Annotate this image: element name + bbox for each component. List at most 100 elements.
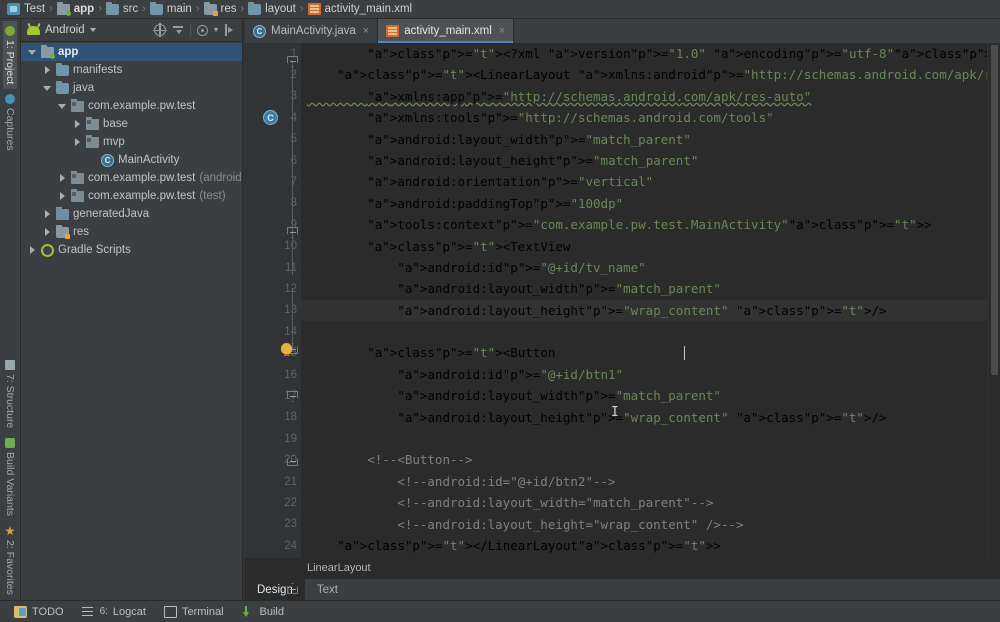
status-bar-item-build[interactable]: Build <box>242 605 284 618</box>
code-line-20[interactable]: <!--<Button--> <box>301 449 987 470</box>
android-project-icon <box>7 3 20 15</box>
fold-toggle-line18[interactable] <box>287 455 298 466</box>
code-line-2[interactable]: "a">class"p">="t"><LinearLayout "a">xmln… <box>301 64 987 85</box>
res-folder-icon <box>203 1 218 16</box>
fold-toggle-line10[interactable] <box>287 227 298 238</box>
code-line-14[interactable] <box>301 321 987 342</box>
breadcrumb-item-test[interactable]: Test <box>4 3 48 15</box>
scrollbar-thumb[interactable] <box>991 45 998 375</box>
close-icon[interactable]: × <box>499 25 505 37</box>
tree-item-base[interactable]: base <box>21 115 242 133</box>
tree-twisty-right-icon[interactable] <box>72 119 82 129</box>
breadcrumb-item-src[interactable]: src <box>103 1 141 15</box>
editor-gutter[interactable]: C 12345678910111213141516171819202122232… <box>245 43 301 594</box>
tree-twisty-right-icon[interactable] <box>42 209 52 219</box>
terminal-icon <box>163 605 177 618</box>
status-bar-item-terminal[interactable]: Terminal <box>163 605 224 618</box>
project-view-selector-label[interactable]: Android <box>45 24 85 36</box>
code-line-21[interactable]: <!--android:id="@+id/btn2"--> <box>301 471 987 492</box>
package-icon <box>71 98 84 112</box>
code-line-5[interactable]: "a">android:layout_width"p">="match_pare… <box>301 129 987 150</box>
close-icon[interactable]: × <box>363 25 369 37</box>
chevron-down-icon[interactable]: ▾ <box>214 24 218 36</box>
tree-twisty-right-icon[interactable] <box>42 227 52 237</box>
tree-item-app[interactable]: app <box>21 43 242 61</box>
locate-icon[interactable] <box>152 23 167 37</box>
hide-panel-icon[interactable] <box>224 24 236 36</box>
editor-structure-breadcrumb: LinearLayout <box>245 558 1000 578</box>
rail-item-captures[interactable]: Captures <box>3 89 17 156</box>
code-line-11[interactable]: "a">android:id"p">="@+id/tv_name" <box>301 257 987 278</box>
intention-bulb-icon[interactable] <box>281 343 292 356</box>
code-line-19[interactable] <box>301 428 987 449</box>
tree-item-manifests[interactable]: manifests <box>21 61 242 79</box>
breadcrumb-item-main[interactable]: main <box>147 1 195 15</box>
tree-item-gradle-scripts[interactable]: Gradle Scripts <box>21 241 242 259</box>
tree-twisty-right-icon[interactable] <box>42 65 52 75</box>
code-text[interactable]: I "a">class"p">="t"><?xml "a">version"p"… <box>301 43 987 558</box>
build-icon <box>242 605 255 618</box>
design-text-tab-bar: Design Text <box>245 578 1000 600</box>
breadcrumb-item-res[interactable]: res <box>201 1 240 16</box>
tree-twisty-down-icon[interactable] <box>42 83 52 93</box>
fold-toggle-line15[interactable] <box>287 391 298 402</box>
code-line-6[interactable]: "a">android:layout_height"p">="match_par… <box>301 150 987 171</box>
status-bar-item-prefix: 6: <box>99 606 108 617</box>
code-line-13[interactable]: "a">android:layout_height"p">="wrap_cont… <box>301 299 987 322</box>
editor-scrollbar[interactable] <box>987 43 1000 558</box>
tree-twisty-down-icon[interactable] <box>57 101 67 111</box>
status-bar-item-logcat[interactable]: 6: Logcat <box>81 606 146 618</box>
code-line-4[interactable]: "a">xmlns:tools"p">="http://schemas.andr… <box>301 107 987 128</box>
code-line-12[interactable]: "a">android:layout_width"p">="match_pare… <box>301 278 987 299</box>
breadcrumb-item-app[interactable]: app <box>54 1 97 16</box>
editor-tab-activity-main-xml[interactable]: activity_main.xml × <box>378 19 515 43</box>
chevron-down-icon[interactable] <box>89 28 96 32</box>
code-line-8[interactable]: "a">android:paddingTop"p">="100dp" <box>301 193 987 214</box>
tree-item-com-example-pw-test[interactable]: com.example.pw.test (test) <box>21 187 242 205</box>
rail-item-build-variants[interactable]: Build Variants <box>3 433 17 521</box>
code-line-23[interactable]: <!--android:layout_height="wrap_content"… <box>301 514 987 535</box>
tree-item-com-example-pw-test[interactable]: com.example.pw.test(androidTest) <box>21 169 242 187</box>
rail-item-7-structure[interactable]: 7: Structure <box>3 355 17 433</box>
code-line-9[interactable]: "a">tools:context"p">="com.example.pw.te… <box>301 214 987 235</box>
code-line-22[interactable]: <!--android:layout_width="match_parent"-… <box>301 492 987 513</box>
tree-item-res[interactable]: res <box>21 223 242 241</box>
tree-twisty-right-icon[interactable] <box>72 137 82 147</box>
tree-item-java[interactable]: java <box>21 79 242 97</box>
structure-icon <box>5 359 15 370</box>
code-line-1[interactable]: "a">class"p">="t"><?xml "a">version"p">=… <box>301 43 987 64</box>
collapse-all-icon[interactable] <box>172 24 184 36</box>
breadcrumb-item-activity-main-xml[interactable]: activity_main.xml <box>305 3 416 15</box>
editor-tab-label: activity_main.xml <box>404 25 492 37</box>
project-tree[interactable]: app manifests java com.example.pw.test base m… <box>21 42 242 600</box>
tree-twisty-right-icon[interactable] <box>27 245 37 255</box>
code-line-10[interactable]: "a">class"p">="t"><TextView <box>301 236 987 257</box>
tree-item-com-example-pw-test[interactable]: com.example.pw.test <box>21 97 242 115</box>
breadcrumb-item-layout[interactable]: layout <box>245 1 299 15</box>
tree-item-mvp[interactable]: mvp <box>21 133 242 151</box>
code-line-7[interactable]: "a">android:orientation"p">="vertical" <box>301 171 987 192</box>
rail-item-1-project[interactable]: 1: Project <box>3 21 17 90</box>
code-line-15[interactable]: "a">class"p">="t"><Button <box>301 342 987 363</box>
code-line-18[interactable]: "a">android:layout_height"p">="wrap_cont… <box>301 407 987 428</box>
code-line-17[interactable]: "a">android:layout_width"p">="match_pare… <box>301 385 987 406</box>
settings-gear-icon[interactable] <box>196 24 208 36</box>
status-bar-item-todo[interactable]: TODO <box>14 605 64 618</box>
mouse-cursor-ibeam: I <box>611 405 619 420</box>
status-bar: TODO 6: Logcat Terminal Build <box>0 600 1000 622</box>
tree-twisty-right-icon[interactable] <box>57 173 67 183</box>
code-line-16[interactable]: "a">android:id"p">="@+id/btn1" <box>301 364 987 385</box>
editor-tab-mainactivity-java[interactable]: C MainActivity.java × <box>245 19 379 43</box>
tree-twisty-right-icon[interactable] <box>57 191 67 201</box>
code-line-24[interactable]: "a">class"p">="t"></LinearLayout"a">clas… <box>301 535 987 556</box>
tree-item-generatedjava[interactable]: generatedJava <box>21 205 242 223</box>
editor-mode-tab-text[interactable]: Text <box>305 579 350 600</box>
rail-item-2-favorites[interactable]: 2: Favorites <box>3 521 17 600</box>
fold-toggle-line2[interactable] <box>287 56 298 67</box>
code-line-3[interactable]: "a">xmlns:app"p">="http://schemas.androi… <box>301 86 987 107</box>
fold-bar <box>292 288 293 350</box>
tree-item-mainactivity[interactable]: C MainActivity <box>21 151 242 169</box>
tree-twisty-down-icon[interactable] <box>27 47 37 57</box>
class-marker-icon[interactable]: C <box>263 110 278 125</box>
project-panel: Android ▾ app manifests java com.example.pw… <box>21 19 243 600</box>
